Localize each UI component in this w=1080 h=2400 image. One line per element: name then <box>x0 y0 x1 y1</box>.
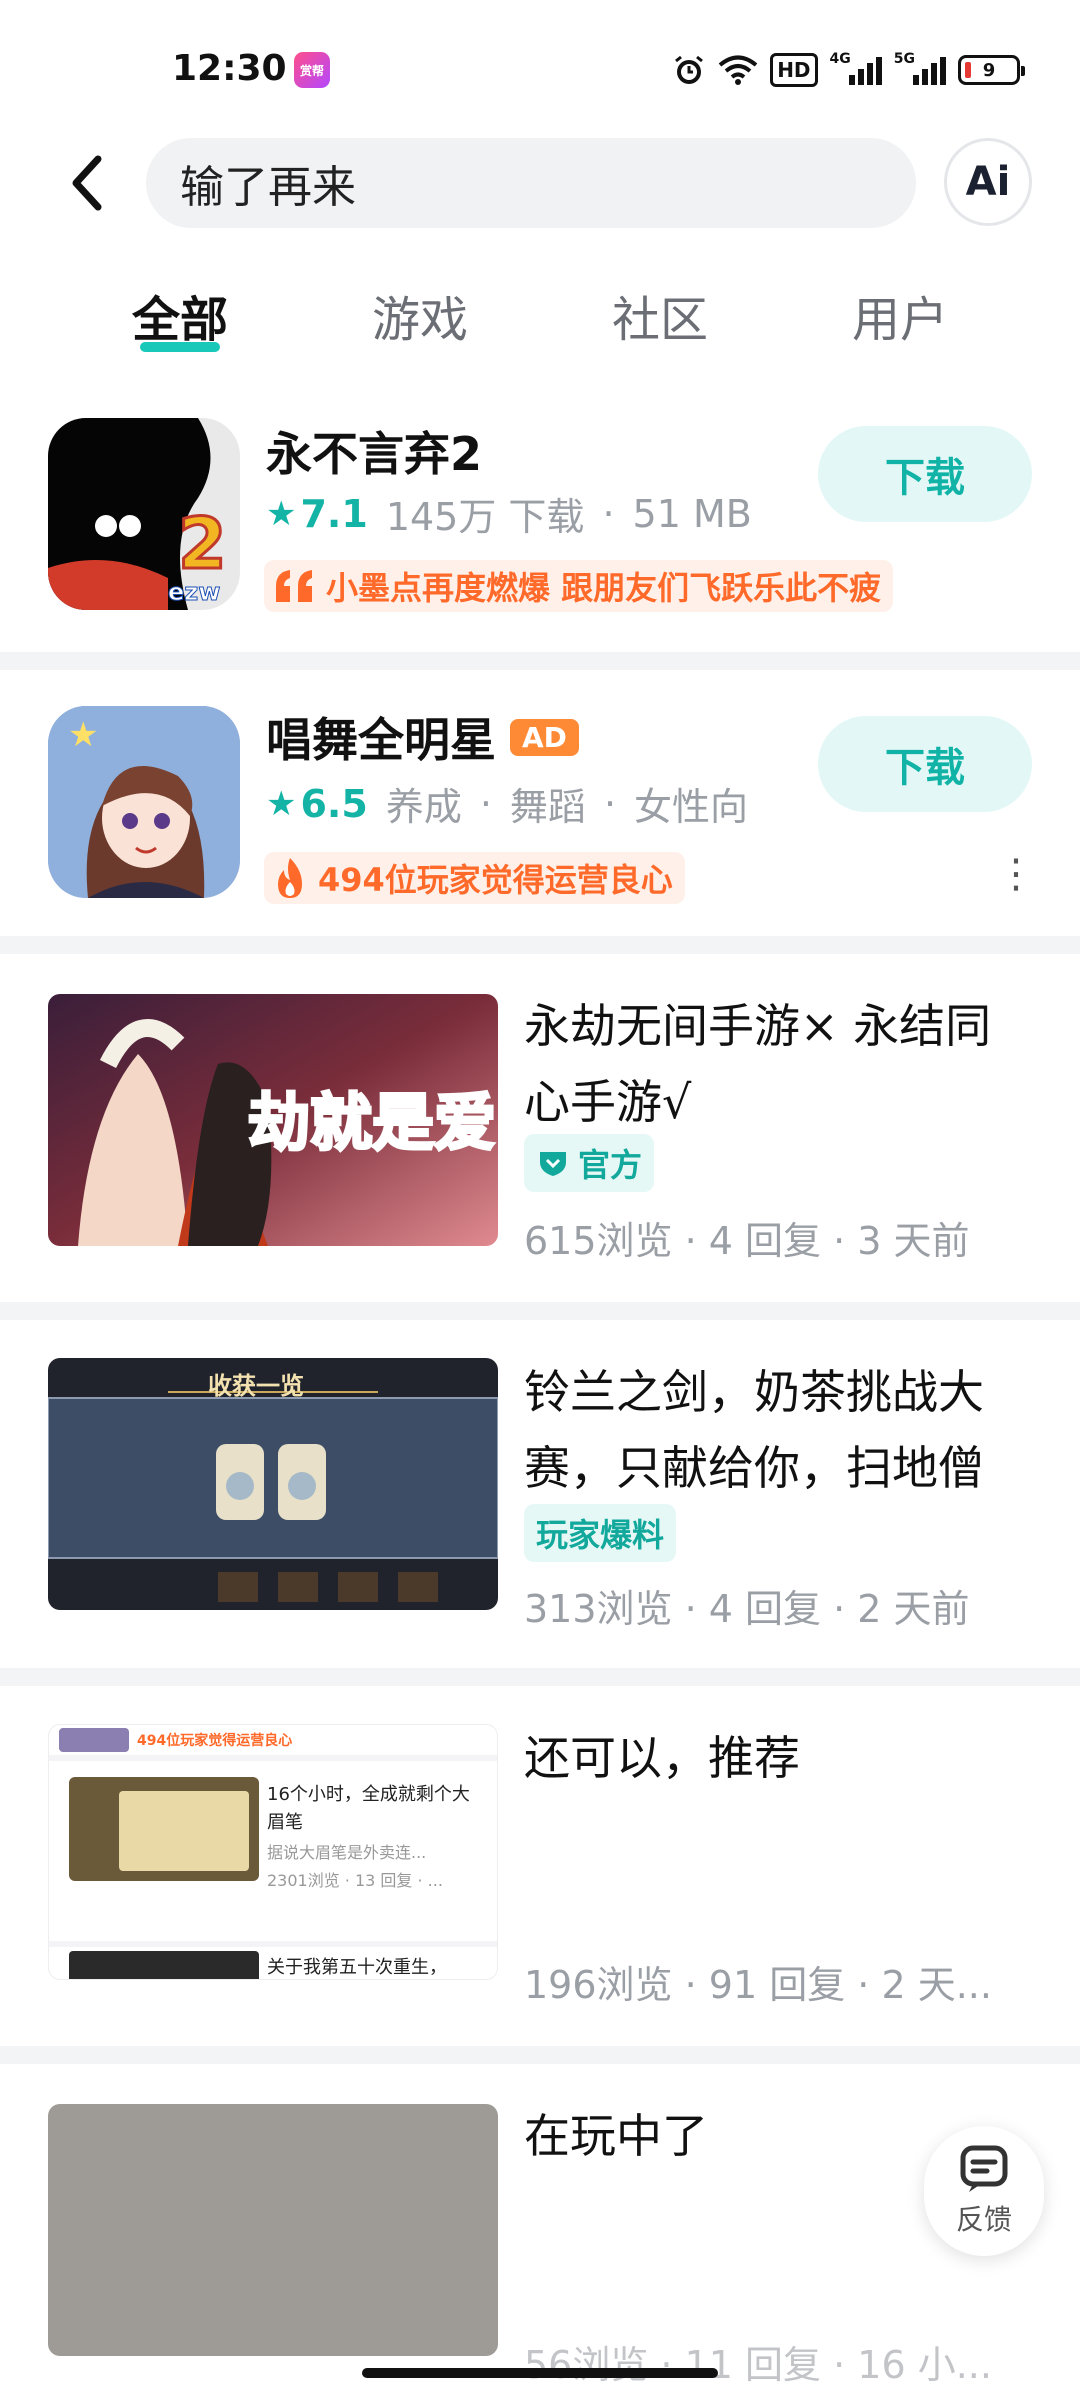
search-query: 输了再来 <box>180 162 356 213</box>
post-item[interactable]: 494位玩家觉得运营良心 16个小时，全成就剩个大眉笔 据说大眉笔是外卖连...… <box>0 1722 1080 2022</box>
hd-icon: HD <box>770 53 818 87</box>
post-thumbnail: 494位玩家觉得运营良心 16个小时，全成就剩个大眉笔 据说大眉笔是外卖连...… <box>48 1724 498 1980</box>
alarm-icon <box>672 53 706 87</box>
tab-community[interactable]: 社区 <box>612 280 708 350</box>
post-thumbnail: 劫就是爱 <box>48 994 498 1246</box>
star-icon: ★ <box>266 493 297 534</box>
divider <box>0 2046 1080 2064</box>
post-title: 还可以，推荐 <box>524 1731 800 1785</box>
download-button[interactable]: 下载 <box>818 716 1032 812</box>
thumb-banner-text: 494位玩家觉得运营良心 <box>137 1733 293 1749</box>
official-badge: 官方 <box>524 1134 655 1192</box>
post-thumb-text: 收获一览 <box>208 1371 304 1400</box>
notification-app-icon: 赏帮 <box>294 52 330 88</box>
post-thumbnail <box>48 2104 498 2356</box>
battery-level: 9 <box>982 59 996 81</box>
divider <box>0 1668 1080 1686</box>
app-category: 舞蹈 <box>509 785 586 829</box>
thumb-item-desc: 据说大眉笔是外卖连... <box>267 1843 427 1862</box>
tab-users[interactable]: 用户 <box>852 280 948 350</box>
star-icon: ★ <box>266 783 297 824</box>
thumb-item-title: 关于我第五十次重生， <box>267 1957 447 1978</box>
status-time: 12:30 <box>172 48 287 89</box>
svg-text:2: 2 <box>178 503 227 585</box>
home-indicator[interactable] <box>362 2368 718 2378</box>
divider <box>0 652 1080 670</box>
app-highlight-tag: 494位玩家觉得运营良心 <box>264 852 685 904</box>
post-item[interactable]: 劫就是爱 永劫无间手游× 永结同心手游√ 官方 615浏览 · 4 回复 · 3… <box>0 990 1080 1280</box>
app-title: 唱舞全明星 AD <box>266 704 579 770</box>
net-5g-label: 5G <box>893 51 915 67</box>
app-title: 永不言弃2 <box>266 427 483 481</box>
thumb-item-title: 16个小时，全成就剩个大眉笔 <box>267 1784 470 1833</box>
ad-badge: AD <box>510 718 579 756</box>
back-button[interactable] <box>58 150 114 216</box>
post-item[interactable]: 收获一览 铃兰之剑，奶茶挑战大赛，只献给你，扫地僧 玩家爆料 313浏览 · 4… <box>0 1356 1080 1646</box>
meta-separator: · <box>602 491 615 536</box>
app-highlight-tag: 小墨点再度燃爆 跟朋友们飞跃乐此不疲 <box>264 560 894 612</box>
feedback-icon <box>960 2145 1008 2192</box>
status-bar: 12:30 赏帮 HD 4G 5G 9 <box>0 0 1080 130</box>
app-meta: ★ 6.5 养成 · 舞蹈 · 女性向 <box>266 776 748 831</box>
post-thumb-text: 劫就是爱 <box>248 1086 496 1159</box>
tab-all[interactable]: 全部 <box>132 280 228 350</box>
category-badge: 玩家爆料 <box>524 1504 677 1562</box>
post-title: 永劫无间手游× 永结同心手游√ <box>524 999 992 1129</box>
tab-bar: 全部 游戏 社区 用户 <box>0 280 1080 360</box>
post-stats: 196浏览 · 91 回复 · 2 天... <box>524 1963 992 2007</box>
tab-active-indicator <box>140 342 220 352</box>
app-downloads: 145万 下载 <box>385 495 585 539</box>
heart-shield-icon <box>540 1152 566 1176</box>
meta-separator: · <box>603 781 617 826</box>
divider <box>0 1302 1080 1320</box>
back-arrow-icon <box>72 155 102 211</box>
app-icon-text: ezw <box>168 578 220 606</box>
divider <box>0 936 1080 954</box>
app-item[interactable]: 2 ezw 永不言弃2 ★ 7.1 145万 下载 · 51 MB 小墨点再度燃爆… <box>0 410 1080 640</box>
app-score: ★ 7.1 <box>266 491 368 536</box>
post-stats: 56浏览 · 11 回复 · 16 小... <box>524 2343 992 2387</box>
app-item[interactable]: ★ 唱舞全明星 AD ★ 6.5 养成 · 舞蹈 · 女性向 494位玩家觉得运营… <box>0 700 1080 930</box>
app-category: 养成 <box>385 785 462 829</box>
feedback-button[interactable]: 反馈 <box>924 2126 1044 2256</box>
post-stats: 313浏览 · 4 回复 · 2 天前 <box>524 1587 970 1631</box>
feedback-label: 反馈 <box>955 2203 1012 2236</box>
app-category: 女性向 <box>634 785 749 829</box>
search-input[interactable]: 输了再来 <box>146 138 916 228</box>
app-icon: ★ <box>48 706 240 898</box>
battery-icon: 9 <box>958 55 1025 85</box>
signal-4g-icon: 4G <box>829 51 882 87</box>
net-4g-label: 4G <box>829 51 851 67</box>
post-item[interactable]: 在玩中了 56浏览 · 11 回复 · 16 小... <box>0 2100 1080 2400</box>
app-meta: ★ 7.1 145万 下载 · 51 MB <box>266 486 752 541</box>
ai-button[interactable]: Ai <box>944 138 1032 226</box>
download-button[interactable]: 下载 <box>818 426 1032 522</box>
system-icons: HD 4G 5G 9 <box>672 50 1025 90</box>
tab-games[interactable]: 游戏 <box>372 280 468 350</box>
meta-separator: · <box>479 781 492 826</box>
app-score: ★ 6.5 <box>266 781 368 826</box>
flame-icon <box>278 858 302 898</box>
app-icon: 2 ezw <box>48 418 240 610</box>
post-stats: 615浏览 · 4 回复 · 3 天前 <box>524 1219 970 1263</box>
thumb-item-stats: 2301浏览 · 13 回复 · ... <box>267 1871 443 1890</box>
signal-5g-icon: 5G <box>893 51 946 87</box>
post-thumbnail: 收获一览 <box>48 1358 498 1610</box>
more-options-icon[interactable]: ⋮ <box>996 854 1036 904</box>
app-size: 51 MB <box>632 491 752 536</box>
post-title: 铃兰之剑，奶茶挑战大赛，只献给你，扫地僧 <box>524 1365 984 1495</box>
wifi-icon <box>718 53 758 87</box>
quote-icon <box>276 570 312 602</box>
svg-text:★: ★ <box>68 715 98 755</box>
